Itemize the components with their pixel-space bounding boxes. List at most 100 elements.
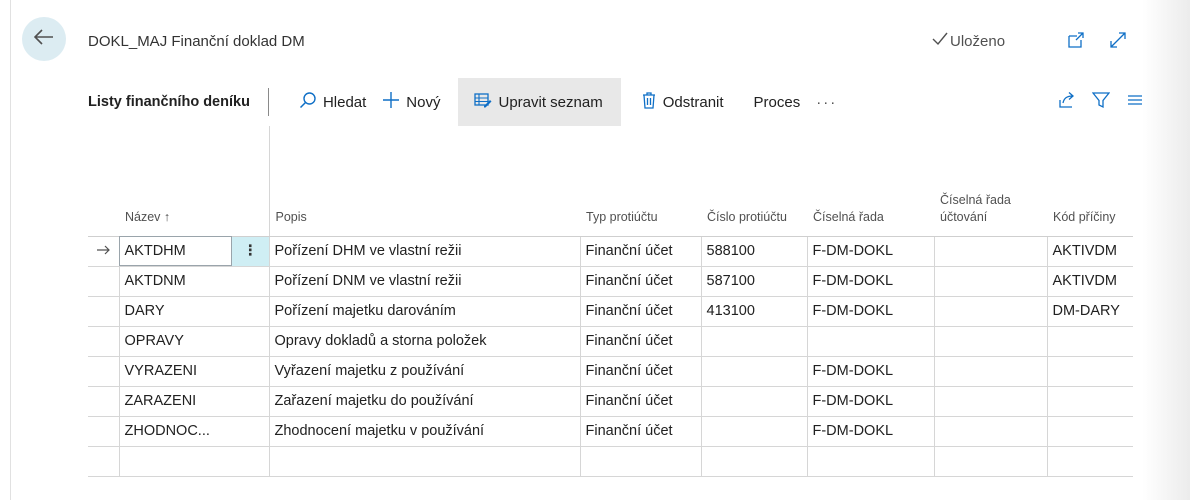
cell-reason-code[interactable] (1046, 356, 1133, 387)
cell-bal-account-no[interactable] (700, 326, 807, 357)
cell-no-series[interactable]: F-DM-DOKL (806, 416, 934, 447)
cell-name[interactable]: VYRAZENI (118, 356, 232, 387)
cell-description[interactable]: Pořízení majetku darováním (268, 296, 580, 327)
cell-reason-code[interactable]: AKTIVDM (1046, 236, 1133, 267)
cell-bal-account-type[interactable] (579, 446, 701, 477)
cell-name[interactable]: AKTDNM (118, 266, 232, 297)
cell-name[interactable] (118, 446, 232, 477)
column-header-reason-code[interactable]: Kód příčiny (1047, 126, 1133, 237)
cell-posting-no-series[interactable] (933, 446, 1047, 477)
table-header-row: Název ↑ Popis Typ protiúčtu Číslo protiú… (88, 126, 1133, 237)
cell-bal-account-type[interactable]: Finanční účet (579, 296, 701, 327)
cell-bal-account-type[interactable]: Finanční účet (579, 266, 701, 297)
cell-posting-no-series[interactable] (933, 326, 1047, 357)
cell-description[interactable]: Vyřazení majetku z používání (268, 356, 580, 387)
cell-no-series[interactable]: F-DM-DOKL (806, 356, 934, 387)
list-view-icon[interactable] (1126, 91, 1144, 113)
table-row[interactable]: DARY Pořízení majetku darováním Finanční… (88, 296, 1133, 327)
cell-posting-no-series[interactable] (933, 296, 1047, 327)
cell-bal-account-no[interactable]: 413100 (700, 296, 807, 327)
cell-bal-account-type[interactable]: Finanční účet (579, 326, 701, 357)
cell-description[interactable] (268, 446, 580, 477)
page-left-border (10, 0, 11, 500)
cell-reason-code[interactable] (1046, 326, 1133, 357)
table-row[interactable]: ZHODNOC... Zhodnocení majetku v používán… (88, 416, 1133, 447)
cell-description[interactable]: Zařazení majetku do používání (268, 386, 580, 417)
row-indicator (88, 266, 119, 297)
column-header-bal-account-type[interactable]: Typ protiúčtu (580, 126, 701, 237)
cell-posting-no-series[interactable] (933, 266, 1047, 297)
cell-posting-no-series[interactable] (933, 416, 1047, 447)
cell-bal-account-no[interactable] (700, 446, 807, 477)
table-row[interactable]: AKTDHM ⋮ Pořízení DHM ve vlastní režii F… (88, 236, 1133, 267)
table-row[interactable]: VYRAZENI Vyřazení majetku z používání Fi… (88, 356, 1133, 387)
action-separator (267, 88, 269, 116)
share-icon[interactable] (1058, 91, 1076, 113)
search-button[interactable]: Hledat (291, 78, 374, 126)
table-row-empty[interactable] (88, 446, 1133, 477)
table-row[interactable]: AKTDNM Pořízení DNM ve vlastní režii Fin… (88, 266, 1133, 297)
more-button[interactable]: ··· (808, 78, 845, 126)
cell-no-series[interactable]: F-DM-DOKL (806, 236, 934, 267)
column-header-bal-account-no[interactable]: Číslo protiúčtu (701, 126, 807, 237)
trash-icon (641, 91, 657, 113)
cell-description[interactable]: Zhodnocení majetku v používání (268, 416, 580, 447)
cell-bal-account-type[interactable]: Finanční účet (579, 416, 701, 447)
table-row[interactable]: OPRAVY Opravy dokladů a storna položek F… (88, 326, 1133, 357)
back-button[interactable] (22, 17, 66, 61)
row-indicator (88, 446, 119, 477)
cell-name[interactable]: AKTDHM (118, 236, 232, 267)
cell-bal-account-type[interactable]: Finanční účet (579, 386, 701, 417)
cell-posting-no-series[interactable] (933, 386, 1047, 417)
cell-no-series[interactable]: F-DM-DOKL (806, 296, 934, 327)
cell-reason-code[interactable]: DM-DARY (1046, 296, 1133, 327)
cell-name[interactable]: ZHODNOC... (118, 416, 232, 447)
edit-list-label: Upravit seznam (498, 93, 603, 111)
saved-status: Uloženo (932, 32, 1005, 50)
cell-name[interactable]: ZARAZENI (118, 386, 232, 417)
cell-bal-account-no[interactable] (700, 386, 807, 417)
cell-reason-code[interactable]: AKTIVDM (1046, 266, 1133, 297)
row-actions-cell (232, 266, 269, 297)
vertical-dots-icon: ⋮ (243, 243, 258, 259)
column-header-description[interactable]: Popis (268, 126, 580, 237)
list-caption: Listy finančního deníku (88, 94, 250, 110)
filter-icon[interactable] (1091, 91, 1111, 113)
cell-reason-code[interactable] (1046, 446, 1133, 477)
cell-bal-account-type[interactable]: Finanční účet (579, 236, 701, 267)
open-in-new-window-icon[interactable] (1066, 30, 1086, 50)
new-label: Nový (406, 93, 441, 111)
cell-name[interactable]: OPRAVY (118, 326, 232, 357)
column-header-posting-no-series[interactable]: Číselná řada účtování (934, 126, 1047, 237)
table-row[interactable]: ZARAZENI Zařazení majetku do používání F… (88, 386, 1133, 417)
process-menu[interactable]: Proces (746, 78, 809, 126)
edit-list-button[interactable]: Upravit seznam (458, 78, 621, 126)
new-button[interactable]: Nový (374, 78, 448, 126)
cell-reason-code[interactable] (1046, 386, 1133, 417)
expand-icon[interactable] (1108, 30, 1128, 50)
cell-name[interactable]: DARY (118, 296, 232, 327)
row-actions-header (232, 126, 269, 237)
column-header-name[interactable]: Název ↑ (119, 126, 232, 237)
cell-description[interactable]: Pořízení DHM ve vlastní režii (268, 236, 580, 267)
cell-no-series[interactable] (806, 446, 934, 477)
cell-no-series[interactable]: F-DM-DOKL (806, 266, 934, 297)
cell-no-series[interactable]: F-DM-DOKL (806, 386, 934, 417)
row-actions-cell (232, 356, 269, 387)
cell-bal-account-no[interactable]: 588100 (700, 236, 807, 267)
cell-bal-account-no[interactable]: 587100 (700, 266, 807, 297)
cell-description[interactable]: Pořízení DNM ve vlastní režii (268, 266, 580, 297)
cell-bal-account-no[interactable] (700, 416, 807, 447)
cell-reason-code[interactable] (1046, 416, 1133, 447)
row-actions-button[interactable]: ⋮ (232, 236, 269, 267)
cell-bal-account-no[interactable] (700, 356, 807, 387)
cell-posting-no-series[interactable] (933, 236, 1047, 267)
page-right-shadow (1142, 0, 1190, 500)
column-header-no-series[interactable]: Číselná řada (807, 126, 934, 237)
cell-bal-account-type[interactable]: Finanční účet (579, 356, 701, 387)
delete-button[interactable]: Odstranit (633, 78, 732, 126)
cell-description[interactable]: Opravy dokladů a storna položek (268, 326, 580, 357)
cell-posting-no-series[interactable] (933, 356, 1047, 387)
checkmark-icon (932, 32, 948, 50)
cell-no-series[interactable] (806, 326, 934, 357)
